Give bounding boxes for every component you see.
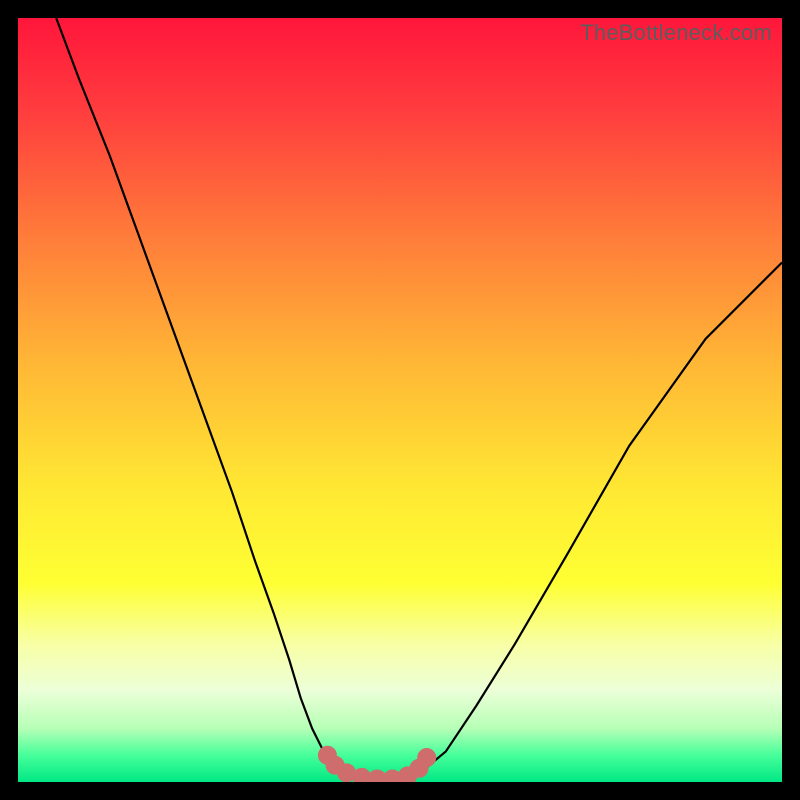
curve-layer (18, 18, 782, 782)
sweet-spot-marker (418, 749, 436, 767)
bottleneck-curve (56, 18, 782, 779)
watermark-text: TheBottleneck.com (580, 20, 772, 46)
plot-area: TheBottleneck.com (18, 18, 782, 782)
sweet-spot-marker-group (318, 746, 435, 782)
chart-frame: TheBottleneck.com (0, 0, 800, 800)
